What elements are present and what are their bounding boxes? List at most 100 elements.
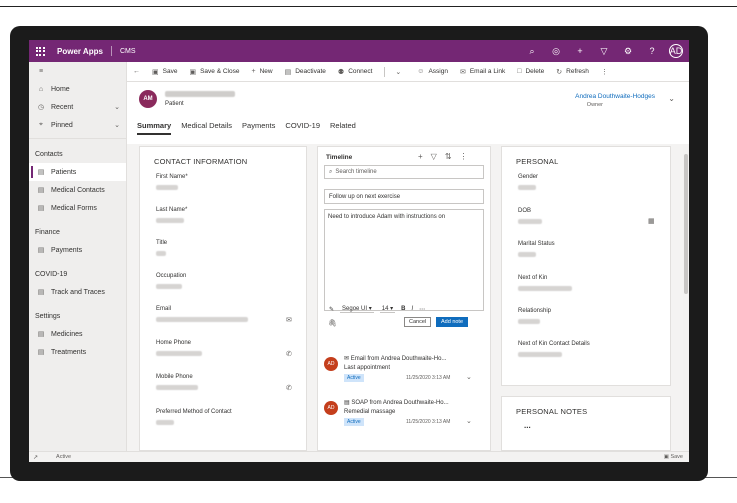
italic-button[interactable]: I — [411, 306, 413, 312]
field-value-blurred — [156, 218, 184, 223]
bold-button[interactable]: B — [401, 306, 405, 312]
timeline-entry[interactable]: AD ▤ SOAP from Andrea Douthwaite-Ho... R… — [324, 397, 484, 433]
chevron-down-icon[interactable]: ⌄ — [466, 417, 472, 425]
search-timeline-input[interactable]: ⌕ Search timeline — [324, 165, 484, 179]
field-last-name[interactable]: Last Name* — [156, 207, 296, 223]
field-next-of-kin[interactable]: Next of Kin — [518, 275, 658, 291]
paint-icon[interactable]: ✎ — [329, 306, 334, 313]
delete-button[interactable]: □ Delete — [517, 68, 544, 75]
field-occupation[interactable]: Occupation — [156, 273, 296, 289]
waffle-icon[interactable] — [29, 40, 51, 62]
deactivate-button[interactable]: ▤ Deactivate — [285, 68, 326, 76]
email-icon: ✉ — [344, 356, 350, 362]
hamburger-icon[interactable]: ≡ — [29, 62, 126, 80]
assign-button[interactable]: ☺ Assign — [417, 68, 448, 75]
sidebar-item-medical-contacts[interactable]: ▤ Medical Contacts — [29, 181, 126, 199]
field-value-blurred — [518, 252, 536, 257]
chevron-down-icon[interactable]: ⌄ — [114, 103, 120, 111]
filter-icon[interactable]: ▽ — [431, 152, 437, 161]
more-vertical-icon[interactable]: ⋮ — [460, 152, 468, 161]
field-next-of-kin-contact[interactable]: Next of Kin Contact Details — [518, 341, 658, 357]
open-in-window-icon[interactable]: ↗ — [33, 454, 38, 461]
cancel-button[interactable]: Cancel — [404, 317, 432, 327]
field-title[interactable]: Title — [156, 240, 296, 256]
help-icon[interactable]: ? — [645, 46, 659, 56]
email-icon[interactable]: ✉ — [286, 316, 292, 324]
field-label: Home Phone — [156, 340, 192, 346]
font-select[interactable]: Segoe UI ▾ — [340, 305, 374, 313]
new-button[interactable]: + New — [251, 68, 272, 75]
sidebar-item-recent[interactable]: ◷ Recent ⌄ — [29, 98, 126, 116]
save-close-icon: ▣ — [189, 68, 197, 76]
field-mobile-phone[interactable]: Mobile Phone ✆ — [156, 374, 296, 392]
scrollbar-thumb[interactable] — [684, 154, 688, 294]
plus-icon[interactable]: + — [573, 46, 587, 56]
back-button[interactable]: ← — [133, 68, 144, 75]
sort-icon[interactable]: ⇅ — [445, 152, 452, 161]
sidebar-item-medical-forms[interactable]: ▤ Medical Forms — [29, 199, 126, 217]
record-header: AM Patient Andrea Douthwaite-Hodges Owne… — [127, 82, 689, 144]
phone-icon[interactable]: ✆ — [286, 384, 292, 392]
sidebar-item-home[interactable]: ⌂ Home — [29, 80, 126, 98]
chevron-down-icon[interactable]: ⌄ — [466, 373, 472, 381]
calendar-icon[interactable]: ▦ — [648, 217, 655, 225]
gear-icon[interactable]: ⚙ — [621, 46, 635, 57]
note-editor[interactable]: Need to introduce Adam with instructions… — [324, 209, 484, 313]
field-gender[interactable]: Gender — [518, 174, 658, 190]
sidebar-item-medicines[interactable]: ▤ Medicines — [29, 325, 126, 343]
target-icon[interactable]: ◎ — [549, 46, 563, 57]
chevron-down-icon[interactable]: ⌄ — [114, 121, 120, 129]
attachment-icon[interactable]: 🖇 — [328, 319, 337, 327]
note-subject-input[interactable]: Follow up on next exercise — [324, 189, 484, 204]
group-title-covid: COVID-19 — [35, 270, 68, 278]
chevron-down-icon[interactable]: ⌄ — [668, 94, 675, 103]
user-avatar[interactable]: AD — [669, 44, 683, 58]
timeline-entry[interactable]: AD ✉ Email from Andrea Douthwaite-Ho... … — [324, 353, 484, 389]
field-first-name[interactable]: First Name* — [156, 174, 296, 190]
record-status: Active — [56, 454, 72, 460]
more-commands-button[interactable]: ⋮ — [601, 68, 612, 76]
payment-icon: ▤ — [37, 247, 45, 254]
scrollbar[interactable] — [683, 144, 689, 451]
notes-more-button[interactable]: ... — [524, 421, 531, 430]
connect-button[interactable]: ⚉ Connect — [338, 68, 373, 76]
field-dob[interactable]: DOB ▦ — [518, 208, 658, 225]
field-relationship[interactable]: Relationship — [518, 308, 658, 324]
tab-related[interactable]: Related — [330, 121, 356, 135]
group-title-contacts: Contacts — [35, 150, 63, 158]
field-preferred-contact[interactable]: Preferred Method of Contact — [156, 409, 296, 425]
field-label: Last Name* — [156, 207, 188, 213]
field-email[interactable]: Email ✉ — [156, 306, 296, 324]
search-icon[interactable]: ⌕ — [525, 46, 539, 57]
tab-summary[interactable]: Summary — [137, 121, 172, 135]
save-close-button[interactable]: ▣ Save & Close — [189, 68, 239, 76]
sidebar-item-pinned[interactable]: ⌖ Pinned ⌄ — [29, 116, 126, 134]
more-horizontal-icon[interactable]: ⋯ — [419, 306, 425, 313]
add-note-button[interactable]: Add note — [436, 317, 469, 327]
sidebar-item-label: Medical Forms — [51, 204, 97, 212]
field-label: Preferred Method of Contact — [156, 409, 232, 415]
status-save-button[interactable]: ▣ Save — [664, 454, 683, 460]
phone-icon[interactable]: ✆ — [286, 350, 292, 358]
note-body-text: Need to introduce Adam with instructions… — [328, 214, 446, 220]
filter-icon[interactable]: ▽ — [597, 46, 611, 57]
tab-medical-details[interactable]: Medical Details — [181, 121, 232, 135]
plus-icon[interactable]: + — [418, 152, 423, 161]
font-size-select[interactable]: 14 ▾ — [379, 305, 396, 313]
tab-covid-19[interactable]: COVID-19 — [285, 121, 320, 135]
timeline-title: Timeline — [326, 154, 353, 161]
sidebar-item-payments[interactable]: ▤ Payments — [29, 241, 126, 259]
sidebar-item-treatments[interactable]: ▤ Treatments — [29, 343, 126, 361]
owner-name[interactable]: Andrea Douthwaite-Hodges — [575, 93, 655, 100]
field-marital-status[interactable]: Marital Status — [518, 241, 658, 257]
save-button[interactable]: ▣ Save — [152, 68, 177, 76]
sidebar-item-track-and-traces[interactable]: ▤ Track and Traces — [29, 283, 126, 301]
app-name[interactable]: Power Apps — [57, 47, 103, 56]
connect-dropdown[interactable]: ⌄ — [395, 68, 405, 76]
sidebar-item-patients[interactable]: ▤ Patients — [29, 163, 126, 181]
refresh-button[interactable]: ↻ Refresh — [556, 68, 589, 76]
email-link-button[interactable]: ✉ Email a Link — [460, 68, 505, 76]
medicine-icon: ▤ — [37, 331, 45, 338]
field-home-phone[interactable]: Home Phone ✆ — [156, 340, 296, 358]
tab-payments[interactable]: Payments — [242, 121, 275, 135]
